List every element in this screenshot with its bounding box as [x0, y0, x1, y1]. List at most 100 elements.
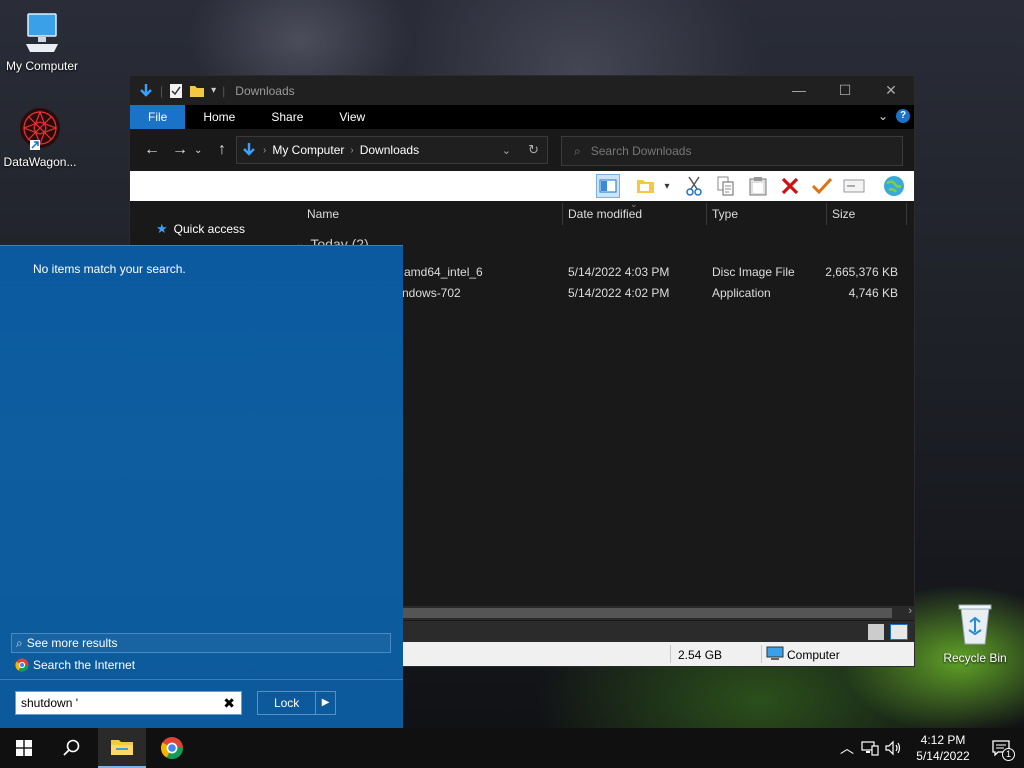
recycle-bin-icon	[958, 604, 992, 645]
column-divider[interactable]	[706, 203, 707, 225]
start-search-panel: No items match your search. ⌕ See more r…	[0, 245, 403, 728]
globe-icon	[884, 176, 904, 196]
help-icon[interactable]: ?	[896, 109, 910, 123]
close-button[interactable]: ✕	[868, 82, 914, 99]
ribbon-expand-icon[interactable]: ⌄	[878, 109, 888, 123]
downloads-location-icon	[243, 143, 255, 156]
file-name: ndows-702	[402, 286, 461, 300]
breadcrumb-my-computer[interactable]: My Computer	[272, 143, 344, 157]
recent-locations-icon[interactable]: ⌄	[194, 145, 208, 156]
window-title: Downloads	[235, 83, 295, 98]
refresh-icon[interactable]: ↻	[528, 142, 539, 158]
search-input[interactable]: ⌕ Search Downloads	[561, 136, 903, 166]
start-search-input[interactable]: shutdown ' ✖	[15, 691, 242, 715]
column-date-modified[interactable]: Date modified	[568, 207, 642, 221]
preview-pane-button[interactable]	[596, 174, 620, 198]
preview-pane-icon	[599, 179, 617, 193]
separator: |	[222, 83, 226, 98]
taskbar-chrome[interactable]	[148, 728, 196, 768]
forward-button[interactable]: →	[166, 141, 194, 159]
nav-quick-access[interactable]: ★ Quick access	[156, 221, 245, 237]
tab-view[interactable]: View	[321, 105, 383, 129]
system-tray: ︿ 4:12 PM 5/14/2022 1	[836, 728, 1024, 768]
search-internet-link[interactable]: Search the Internet	[11, 655, 391, 675]
rename-button[interactable]	[842, 174, 866, 198]
clock-time: 4:12 PM	[920, 733, 966, 747]
tab-home[interactable]: Home	[185, 105, 253, 129]
properties-icon[interactable]	[169, 83, 183, 99]
clear-search-icon[interactable]: ✖	[223, 695, 235, 712]
show-hidden-icons-icon[interactable]: ︿	[836, 738, 858, 758]
properties-check-button[interactable]	[810, 174, 834, 198]
folder-icon	[111, 740, 133, 755]
address-bar[interactable]: › My Computer › Downloads ⌄ ↻	[236, 136, 548, 164]
taskbar-search-button[interactable]	[48, 728, 96, 768]
command-toolbar: ▾	[130, 171, 914, 201]
horizontal-scrollbar[interactable]: ›	[402, 605, 914, 620]
taskbar-file-explorer[interactable]	[98, 728, 146, 768]
address-row: ← → ⌄ ↑ › My Computer › Downloads ⌄ ↻ ⌕ …	[130, 129, 914, 171]
breadcrumb-downloads[interactable]: Downloads	[360, 143, 419, 157]
paste-button[interactable]	[746, 174, 770, 198]
address-dropdown-icon[interactable]: ⌄	[502, 144, 511, 157]
column-divider[interactable]	[562, 203, 563, 225]
file-type: Disc Image File	[712, 265, 795, 279]
search-internet-label: Search the Internet	[33, 658, 136, 672]
minimize-button[interactable]: —	[776, 82, 822, 99]
scrollbar-thumb[interactable]	[402, 608, 892, 618]
notification-badge: 1	[1002, 748, 1015, 761]
cut-button[interactable]	[682, 174, 706, 198]
desktop-icon-datawagon[interactable]: DataWagon...	[0, 106, 82, 169]
see-more-results-label: See more results	[26, 636, 118, 650]
desktop-icon-label: DataWagon...	[3, 155, 77, 169]
column-size[interactable]: Size	[832, 207, 855, 221]
column-name[interactable]: Name	[307, 207, 339, 221]
divider	[0, 679, 403, 680]
copy-icon	[717, 176, 734, 196]
view-options-button[interactable]	[634, 174, 658, 198]
search-icon: ⌕	[574, 143, 581, 158]
chrome-icon	[15, 658, 29, 672]
start-button[interactable]	[0, 728, 48, 768]
copy-button[interactable]	[714, 174, 738, 198]
column-type[interactable]: Type	[712, 207, 738, 221]
view-dropdown-icon[interactable]: ▾	[660, 174, 674, 198]
large-icons-view-icon[interactable]	[890, 624, 908, 640]
taskbar: ︿ 4:12 PM 5/14/2022 1	[0, 728, 1024, 768]
network-icon[interactable]	[861, 740, 879, 756]
computer-icon	[26, 13, 58, 52]
lock-button[interactable]: Lock ▶	[257, 691, 336, 715]
volume-icon[interactable]	[885, 740, 903, 756]
desktop-icon-recycle-bin[interactable]: Recycle Bin	[933, 600, 1017, 665]
see-more-results-link[interactable]: ⌕ See more results	[11, 633, 391, 653]
file-size: 2,665,376 KB	[825, 265, 898, 279]
back-button[interactable]: ←	[138, 141, 166, 159]
action-center-button[interactable]: 1	[980, 728, 1024, 768]
desktop-icon-my-computer[interactable]: My Computer	[0, 10, 84, 73]
tab-file[interactable]: File	[130, 105, 186, 129]
quick-access-toolbar: | ▾ |	[130, 83, 225, 99]
delete-button[interactable]	[778, 174, 802, 198]
column-divider[interactable]	[906, 203, 907, 225]
clock-date: 5/14/2022	[916, 749, 970, 763]
download-arrow-icon[interactable]	[138, 83, 154, 99]
desktop-icon-label: My Computer	[5, 59, 79, 73]
details-view-icon[interactable]	[868, 624, 884, 640]
separator	[761, 645, 762, 663]
up-button[interactable]: ↑	[208, 141, 236, 159]
search-query: shutdown '	[21, 696, 78, 710]
separator: |	[160, 83, 164, 98]
network-button[interactable]	[882, 174, 906, 198]
power-options-arrow-icon[interactable]: ▶	[315, 692, 335, 714]
customize-dropdown-icon[interactable]: ▾	[211, 85, 216, 96]
title-bar: | ▾ | Downloads — ☐ ✕	[130, 76, 914, 105]
chevron-right-icon: ›	[350, 144, 354, 156]
new-folder-icon[interactable]	[189, 83, 205, 99]
clock[interactable]: 4:12 PM 5/14/2022	[906, 732, 980, 764]
maximize-button[interactable]: ☐	[822, 82, 868, 99]
column-divider[interactable]	[826, 203, 827, 225]
scroll-right-icon[interactable]: ›	[908, 605, 912, 617]
tab-share[interactable]: Share	[253, 105, 321, 129]
window-controls: — ☐ ✕	[776, 82, 914, 99]
clipboard-icon	[749, 177, 767, 196]
